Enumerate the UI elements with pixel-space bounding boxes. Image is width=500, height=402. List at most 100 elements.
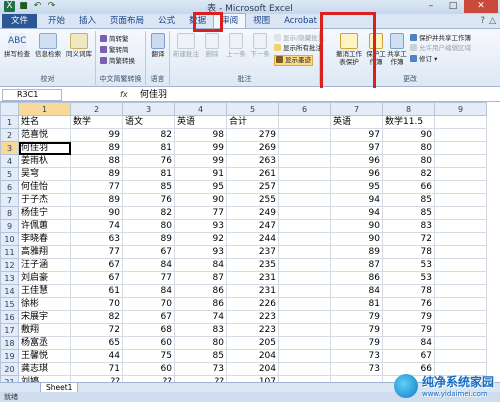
tab-data[interactable]: 数据 <box>182 14 213 28</box>
grid-cell[interactable]: 204 <box>226 349 279 363</box>
grid-cell[interactable] <box>278 245 331 259</box>
delete-comment-button[interactable]: 删除 <box>202 33 222 58</box>
close-button[interactable]: ✕ <box>464 0 498 13</box>
grid-cell[interactable]: 数学 <box>70 115 123 129</box>
grid-cell[interactable]: 226 <box>226 297 279 311</box>
grid-cell[interactable]: 99 <box>174 154 227 168</box>
grid-cell[interactable]: 75 <box>122 349 175 363</box>
grid-cell[interactable] <box>278 141 331 155</box>
grid-cell[interactable]: 76 <box>122 193 175 207</box>
grid-cell[interactable]: 95 <box>174 180 227 194</box>
grid-cell[interactable]: 92 <box>174 232 227 246</box>
translate-button[interactable]: 翻译 <box>148 33 168 58</box>
protect-workbook-button[interactable]: 保护工作簿 <box>366 33 386 66</box>
column-header-8[interactable]: 8 <box>382 102 435 116</box>
grid-cell[interactable] <box>434 271 487 285</box>
row-header[interactable]: 5 <box>0 167 19 181</box>
grid-cell[interactable] <box>434 245 487 259</box>
column-header-9[interactable]: 9 <box>434 102 487 116</box>
grid-cell[interactable]: 90 <box>174 193 227 207</box>
grid-cell[interactable]: 82 <box>70 310 123 324</box>
maximize-button[interactable]: □ <box>442 0 464 13</box>
row-header[interactable]: 16 <box>0 310 19 324</box>
grid-cell[interactable]: 78 <box>382 245 435 259</box>
grid-cell[interactable]: 98 <box>174 128 227 142</box>
grid-cell[interactable]: 刘启豪 <box>18 271 71 285</box>
row-header[interactable]: 7 <box>0 193 19 207</box>
grid-cell[interactable]: 王佳慧 <box>18 284 71 298</box>
to-simplified-button[interactable]: 繁转简 <box>100 46 129 55</box>
grid-cell[interactable]: 79 <box>330 310 383 324</box>
grid-cell[interactable]: 67 <box>382 349 435 363</box>
grid-cell[interactable]: 何佳怡 <box>18 180 71 194</box>
spell-check-button[interactable]: ABC 拼写检查 <box>3 33 31 58</box>
grid-cell[interactable]: 91 <box>174 167 227 181</box>
grid-cell[interactable] <box>278 271 331 285</box>
grid-cell[interactable]: 英语 <box>330 115 383 129</box>
grid-cell[interactable]: 99 <box>174 141 227 155</box>
row-header[interactable]: 12 <box>0 258 19 272</box>
row-header[interactable]: 9 <box>0 219 19 233</box>
row-header[interactable]: 14 <box>0 284 19 298</box>
grid-cell[interactable]: 237 <box>226 245 279 259</box>
name-box[interactable]: R3C1 <box>2 89 62 101</box>
grid-cell[interactable]: 257 <box>226 180 279 194</box>
grid-cell[interactable]: 84 <box>382 336 435 350</box>
grid-cell[interactable]: 82 <box>122 128 175 142</box>
grid-cell[interactable] <box>278 310 331 324</box>
grid-cell[interactable]: 79 <box>382 310 435 324</box>
grid-cell[interactable]: 龚志琪 <box>18 362 71 376</box>
next-comment-button[interactable]: 下一条 <box>248 33 272 58</box>
grid-cell[interactable]: 82 <box>122 206 175 220</box>
grid-cell[interactable]: 77 <box>174 206 227 220</box>
unprotect-sheet-button[interactable]: 撤消工作表保护 <box>334 33 364 66</box>
grid-cell[interactable] <box>434 258 487 272</box>
grid-cell[interactable] <box>434 167 487 181</box>
grid-cell[interactable]: 语文 <box>122 115 175 129</box>
grid-cell[interactable]: 姜雨杁 <box>18 154 71 168</box>
grid-cell[interactable] <box>434 180 487 194</box>
grid-cell[interactable]: 李晓春 <box>18 232 71 246</box>
column-header-3[interactable]: 3 <box>122 102 175 116</box>
grid-cell[interactable] <box>434 154 487 168</box>
grid-cell[interactable]: 261 <box>226 167 279 181</box>
grid-cell[interactable]: 94 <box>330 193 383 207</box>
tab-file[interactable]: 文件 <box>2 14 38 28</box>
grid-cell[interactable]: 223 <box>226 323 279 337</box>
grid-cell[interactable] <box>434 115 487 129</box>
grid-cell[interactable]: 79 <box>330 336 383 350</box>
grid-cell[interactable]: 279 <box>226 128 279 142</box>
grid-cell[interactable] <box>434 349 487 363</box>
grid-cell[interactable]: 204 <box>226 362 279 376</box>
grid-cell[interactable]: 72 <box>70 323 123 337</box>
grid-cell[interactable]: 244 <box>226 232 279 246</box>
grid-cell[interactable]: 87 <box>330 258 383 272</box>
fx-icon[interactable]: fx <box>120 88 128 102</box>
grid-cell[interactable]: 84 <box>122 258 175 272</box>
grid-cell[interactable]: 80 <box>122 219 175 233</box>
grid-cell[interactable]: 88 <box>70 154 123 168</box>
grid-cell[interactable]: 89 <box>70 141 123 155</box>
grid-cell[interactable]: 235 <box>226 258 279 272</box>
grid-cell[interactable]: 80 <box>382 154 435 168</box>
tab-acrobat[interactable]: Acrobat <box>277 14 324 28</box>
column-header-1[interactable]: 1 <box>18 102 71 116</box>
grid-cell[interactable]: 87 <box>174 271 227 285</box>
row-header[interactable]: 15 <box>0 297 19 311</box>
grid-cell[interactable]: 65 <box>70 336 123 350</box>
grid-cell[interactable] <box>434 232 487 246</box>
grid-cell[interactable]: 86 <box>330 271 383 285</box>
grid-cell[interactable] <box>278 297 331 311</box>
grid-cell[interactable]: 67 <box>122 310 175 324</box>
grid-cell[interactable]: 94 <box>330 206 383 220</box>
grid-cell[interactable]: 高雅翔 <box>18 245 71 259</box>
grid-cell[interactable]: 90 <box>382 128 435 142</box>
grid-cell[interactable]: 67 <box>70 271 123 285</box>
grid-cell[interactable] <box>278 128 331 142</box>
grid-cell[interactable]: 96 <box>330 154 383 168</box>
tab-review[interactable]: 审阅 <box>213 13 247 28</box>
grid-cell[interactable]: 96 <box>330 167 383 181</box>
tab-formulas[interactable]: 公式 <box>151 14 182 28</box>
grid-cell[interactable]: 85 <box>122 180 175 194</box>
grid-cell[interactable]: 杨富丞 <box>18 336 71 350</box>
